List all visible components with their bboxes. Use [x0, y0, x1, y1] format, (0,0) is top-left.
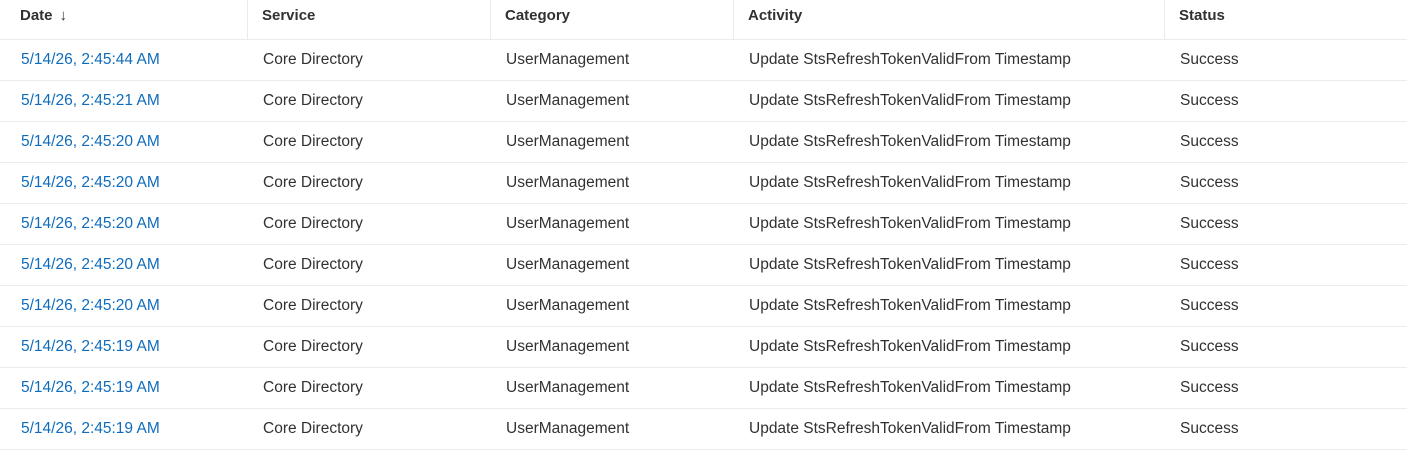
status-cell: Success	[1180, 174, 1239, 191]
table-row[interactable]: 5/14/26, 2:45:19 AM Core Directory UserMan…	[0, 327, 1407, 368]
column-header-label: Status	[1179, 6, 1225, 24]
service-cell: Core Directory	[263, 256, 363, 273]
service-cell: Core Directory	[263, 51, 363, 68]
table-row[interactable]: 5/14/26, 2:45:19 AM Core Directory UserMan…	[0, 409, 1407, 450]
activity-cell: Update StsRefreshTokenValidFrom Timestam…	[749, 379, 1071, 396]
status-cell: Success	[1180, 92, 1239, 109]
date-link[interactable]: 5/14/26, 2:45:19 AM	[0, 379, 248, 397]
table-body: 5/14/26, 2:45:44 AM Core Directory UserMan…	[0, 40, 1407, 450]
activity-cell: Update StsRefreshTokenValidFrom Timestam…	[749, 51, 1071, 68]
column-header-label: Date	[20, 6, 53, 24]
activity-cell: Update StsRefreshTokenValidFrom Timestam…	[749, 338, 1071, 355]
service-cell: Core Directory	[263, 379, 363, 396]
status-cell: Success	[1180, 215, 1239, 232]
status-cell: Success	[1180, 256, 1239, 273]
category-cell: UserManagement	[506, 338, 630, 355]
service-cell: Core Directory	[263, 338, 363, 355]
category-cell: UserManagement	[506, 215, 630, 232]
arrow-down-icon: ↓	[59, 6, 68, 24]
column-header-label: Activity	[748, 6, 803, 24]
date-link[interactable]: 5/14/26, 2:45:20 AM	[0, 133, 248, 151]
activity-cell: Update StsRefreshTokenValidFrom Timestam…	[749, 256, 1071, 273]
date-link[interactable]: 5/14/26, 2:45:20 AM	[0, 297, 248, 315]
table-row[interactable]: 5/14/26, 2:45:20 AM Core Directory UserMan…	[0, 245, 1407, 286]
service-cell: Core Directory	[263, 133, 363, 150]
service-cell: Core Directory	[263, 174, 363, 191]
category-cell: UserManagement	[506, 133, 630, 150]
date-link[interactable]: 5/14/26, 2:45:20 AM	[0, 256, 248, 274]
column-header-activity[interactable]: Activity	[734, 0, 1165, 40]
service-cell: Core Directory	[263, 420, 363, 437]
table-row[interactable]: 5/14/26, 2:45:20 AM Core Directory UserMan…	[0, 122, 1407, 163]
service-cell: Core Directory	[263, 297, 363, 314]
audit-log-table: Date ↓ Service Category Activity Status …	[0, 0, 1407, 450]
table-row[interactable]: 5/14/26, 2:45:21 AM Core Directory UserMan…	[0, 81, 1407, 122]
date-link[interactable]: 5/14/26, 2:45:44 AM	[0, 51, 248, 69]
date-link[interactable]: 5/14/26, 2:45:21 AM	[0, 92, 248, 110]
column-header-date[interactable]: Date ↓	[0, 0, 248, 40]
date-link[interactable]: 5/14/26, 2:45:19 AM	[0, 338, 248, 356]
category-cell: UserManagement	[506, 92, 630, 109]
status-cell: Success	[1180, 51, 1239, 68]
activity-cell: Update StsRefreshTokenValidFrom Timestam…	[749, 297, 1071, 314]
date-link[interactable]: 5/14/26, 2:45:20 AM	[0, 174, 248, 192]
column-header-category[interactable]: Category	[491, 0, 734, 40]
category-cell: UserManagement	[506, 297, 630, 314]
table-row[interactable]: 5/14/26, 2:45:19 AM Core Directory UserMan…	[0, 368, 1407, 409]
category-cell: UserManagement	[506, 256, 630, 273]
activity-cell: Update StsRefreshTokenValidFrom Timestam…	[749, 174, 1071, 191]
status-cell: Success	[1180, 338, 1239, 355]
table-row[interactable]: 5/14/26, 2:45:20 AM Core Directory UserMan…	[0, 204, 1407, 245]
activity-cell: Update StsRefreshTokenValidFrom Timestam…	[749, 92, 1071, 109]
status-cell: Success	[1180, 420, 1239, 437]
date-link[interactable]: 5/14/26, 2:45:20 AM	[0, 215, 248, 233]
service-cell: Core Directory	[263, 215, 363, 232]
category-cell: UserManagement	[506, 379, 630, 396]
category-cell: UserManagement	[506, 51, 630, 68]
status-cell: Success	[1180, 297, 1239, 314]
activity-cell: Update StsRefreshTokenValidFrom Timestam…	[749, 215, 1071, 232]
table-row[interactable]: 5/14/26, 2:45:20 AM Core Directory UserMan…	[0, 163, 1407, 204]
table-row[interactable]: 5/14/26, 2:45:44 AM Core Directory UserMan…	[0, 40, 1407, 81]
activity-cell: Update StsRefreshTokenValidFrom Timestam…	[749, 133, 1071, 150]
activity-cell: Update StsRefreshTokenValidFrom Timestam…	[749, 420, 1071, 437]
service-cell: Core Directory	[263, 92, 363, 109]
date-link[interactable]: 5/14/26, 2:45:19 AM	[0, 420, 248, 438]
category-cell: UserManagement	[506, 174, 630, 191]
column-header-label: Service	[262, 6, 316, 24]
column-header-service[interactable]: Service	[248, 0, 491, 40]
table-header-row: Date ↓ Service Category Activity Status	[0, 0, 1407, 40]
status-cell: Success	[1180, 133, 1239, 150]
table-row[interactable]: 5/14/26, 2:45:20 AM Core Directory UserMan…	[0, 286, 1407, 327]
status-cell: Success	[1180, 379, 1239, 396]
column-header-label: Category	[505, 6, 571, 24]
category-cell: UserManagement	[506, 420, 630, 437]
column-header-status[interactable]: Status	[1165, 0, 1407, 30]
